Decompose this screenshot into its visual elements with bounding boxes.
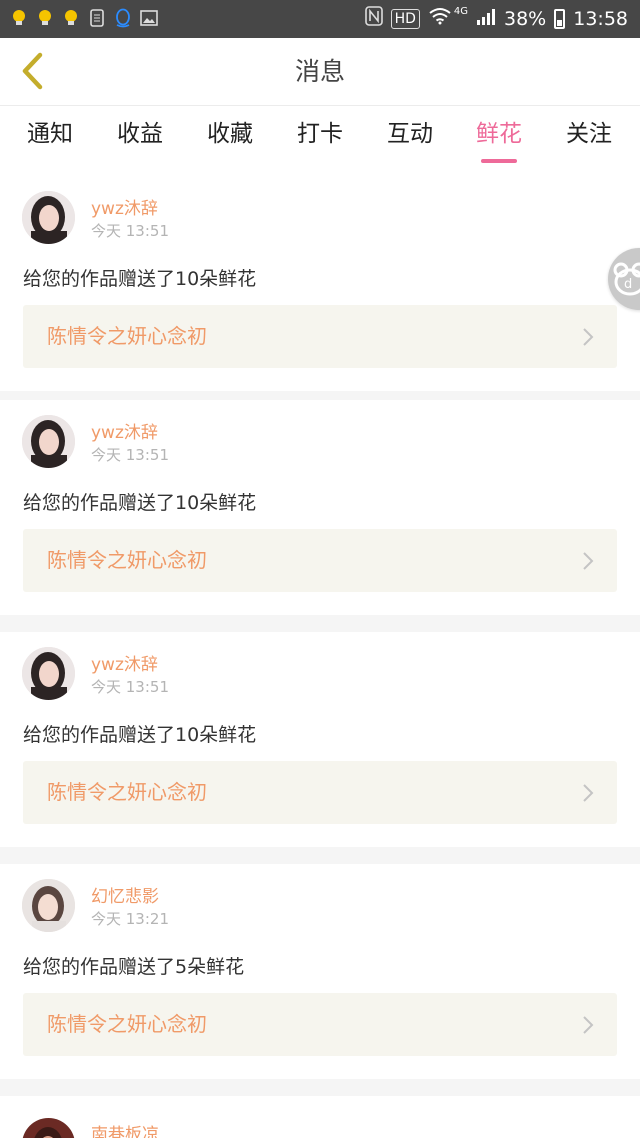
message-text: 给您的作品赠送了10朵鲜花 bbox=[23, 724, 257, 746]
work-link[interactable]: 陈情令之妍心念初 bbox=[23, 305, 617, 368]
message-text: 给您的作品赠送了10朵鲜花 bbox=[23, 492, 257, 514]
sender-name[interactable]: ywz沐辞 bbox=[91, 650, 158, 675]
message-card: ywz沐辞 今天 13:51 给您的作品赠送了10朵鲜花 陈情令之妍心念初 bbox=[0, 176, 640, 391]
avatar[interactable] bbox=[22, 415, 75, 468]
avatar[interactable] bbox=[22, 879, 75, 932]
clock: 13:58 bbox=[573, 7, 628, 30]
message-time: 今天 13:51 bbox=[91, 678, 169, 696]
avatar[interactable] bbox=[22, 1118, 75, 1138]
message-time: 今天 13:51 bbox=[91, 446, 169, 464]
bulb-icon bbox=[10, 8, 28, 28]
battery-icon bbox=[554, 8, 566, 29]
notification-icons bbox=[10, 8, 158, 28]
bulb-icon bbox=[62, 8, 80, 28]
wifi-icon bbox=[428, 7, 452, 30]
tab-flowers[interactable]: 鲜花 bbox=[454, 106, 544, 166]
work-link[interactable]: 陈情令之妍心念初 bbox=[23, 761, 617, 824]
message-text: 给您的作品赠送了5朵鲜花 bbox=[23, 956, 245, 978]
avatar[interactable] bbox=[22, 647, 75, 700]
work-title: 陈情令之妍心念初 bbox=[47, 548, 207, 572]
bulb-icon bbox=[36, 8, 54, 28]
tab-bar: 通知 收益 收藏 打卡 互动 鲜花 关注 bbox=[0, 106, 640, 176]
chevron-right-icon bbox=[583, 1016, 594, 1034]
qq-icon bbox=[114, 8, 132, 28]
svg-text:d: d bbox=[624, 277, 632, 292]
signal-icon bbox=[476, 7, 496, 30]
message-card: ywz沐辞 今天 13:51 给您的作品赠送了10朵鲜花 陈情令之妍心念初 bbox=[0, 400, 640, 615]
tab-interactions[interactable]: 互动 bbox=[365, 106, 455, 166]
nfc-icon bbox=[364, 6, 383, 31]
tab-follow[interactable]: 关注 bbox=[544, 106, 634, 166]
sender-name[interactable]: ywz沐辞 bbox=[91, 418, 158, 443]
message-time: 今天 13:51 bbox=[91, 222, 169, 240]
chevron-right-icon bbox=[583, 784, 594, 802]
message-text: 给您的作品赠送了10朵鲜花 bbox=[23, 268, 257, 290]
page-title: 消息 bbox=[294, 57, 345, 86]
bear-icon: d bbox=[613, 262, 640, 296]
tab-notice[interactable]: 通知 bbox=[5, 106, 95, 166]
battery-percent: 38% bbox=[504, 7, 547, 30]
image-icon bbox=[140, 8, 158, 28]
tab-checkin[interactable]: 打卡 bbox=[275, 106, 365, 166]
avatar[interactable] bbox=[22, 191, 75, 244]
system-indicators: HD 4G 38% 13:58 bbox=[364, 6, 628, 31]
tab-favorites[interactable]: 收藏 bbox=[185, 106, 275, 166]
app-header: 消息 bbox=[0, 38, 640, 106]
work-link[interactable]: 陈情令之妍心念初 bbox=[23, 993, 617, 1056]
tab-earnings[interactable]: 收益 bbox=[95, 106, 185, 166]
chevron-right-icon bbox=[583, 328, 594, 346]
chevron-right-icon bbox=[583, 552, 594, 570]
back-arrow-icon bbox=[22, 52, 43, 90]
work-link[interactable]: 陈情令之妍心念初 bbox=[23, 529, 617, 592]
message-card: 南巷板凉 bbox=[0, 1096, 640, 1138]
work-title: 陈情令之妍心念初 bbox=[47, 780, 207, 804]
sender-name[interactable]: 幻忆悲影 bbox=[91, 882, 159, 907]
network-type: 4G bbox=[453, 6, 468, 17]
status-bar: HD 4G 38% 13:58 bbox=[0, 0, 640, 38]
hd-badge: HD bbox=[390, 8, 420, 29]
work-title: 陈情令之妍心念初 bbox=[47, 324, 207, 348]
document-icon bbox=[88, 8, 106, 28]
message-time: 今天 13:21 bbox=[91, 910, 169, 928]
sender-name[interactable]: 南巷板凉 bbox=[91, 1120, 159, 1138]
message-card: ywz沐辞 今天 13:51 给您的作品赠送了10朵鲜花 陈情令之妍心念初 bbox=[0, 632, 640, 847]
back-button[interactable] bbox=[12, 50, 52, 92]
work-title: 陈情令之妍心念初 bbox=[47, 1012, 207, 1036]
sender-name[interactable]: ywz沐辞 bbox=[91, 194, 158, 219]
message-card: 幻忆悲影 今天 13:21 给您的作品赠送了5朵鲜花 陈情令之妍心念初 bbox=[0, 864, 640, 1079]
